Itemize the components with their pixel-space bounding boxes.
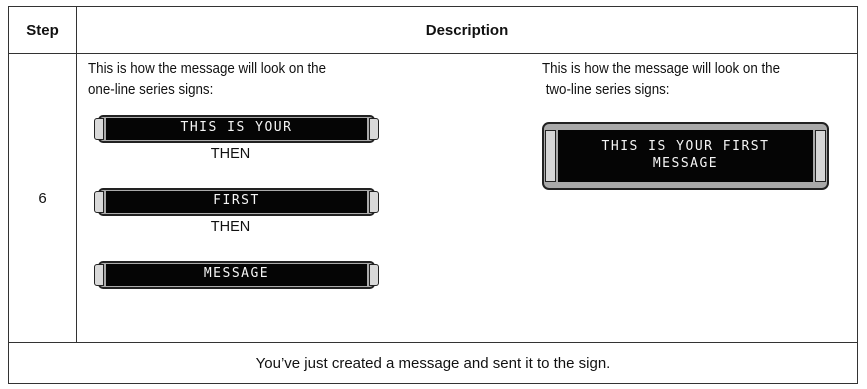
- sign-right-end: [369, 191, 379, 213]
- then-label-2: THEN: [210, 219, 251, 235]
- sign-left-end: [94, 118, 104, 140]
- sign-display: FIRST: [106, 191, 367, 213]
- sign-line-2: MESSAGE: [652, 156, 719, 171]
- sign-left-end: [545, 130, 556, 182]
- one-line-intro-line2: one-line series signs:: [88, 82, 214, 98]
- sign-display: MESSAGE: [106, 264, 367, 286]
- table-row: 6 This is how the message will look on t…: [8, 53, 858, 343]
- two-line-sign: THIS IS YOUR FIRST MESSAGE: [542, 122, 829, 190]
- sign-display: THIS IS YOUR FIRST MESSAGE: [558, 130, 813, 182]
- two-line-intro-line1: This is how the message will look on the: [542, 61, 781, 77]
- sign-right-end: [815, 130, 826, 182]
- one-line-sign-1: THIS IS YOUR: [94, 115, 379, 143]
- sign-left-end: [94, 191, 104, 213]
- step-number: 6: [8, 53, 77, 343]
- footer-note: You’ve just created a message and sent i…: [8, 342, 858, 384]
- one-line-intro-line1: This is how the message will look on the: [88, 61, 327, 77]
- one-line-intro: This is how the message will look on the…: [88, 59, 364, 101]
- description-cell: This is how the message will look on the…: [76, 53, 858, 343]
- sign-right-end: [369, 118, 379, 140]
- two-line-intro: This is how the message will look on the…: [542, 59, 818, 101]
- then-label-1: THEN: [210, 146, 251, 162]
- two-line-column: This is how the message will look on the…: [542, 59, 842, 190]
- header-row: Step Description: [8, 6, 858, 54]
- footer-row: You’ve just created a message and sent i…: [8, 342, 858, 384]
- step-column-header: Step: [8, 6, 77, 54]
- sign-line-1: THIS IS YOUR FIRST: [601, 139, 770, 154]
- two-line-intro-line2: two-line series signs:: [542, 82, 670, 98]
- sign-display: THIS IS YOUR: [106, 118, 367, 140]
- steps-table: Step Description 6 This is how the messa…: [8, 6, 858, 384]
- one-line-sign-3: MESSAGE: [94, 261, 379, 289]
- sign-left-end: [94, 264, 104, 286]
- one-line-column: This is how the message will look on the…: [88, 59, 388, 289]
- sign-right-end: [369, 264, 379, 286]
- description-column-header: Description: [76, 6, 858, 54]
- one-line-sign-2: FIRST: [94, 188, 379, 216]
